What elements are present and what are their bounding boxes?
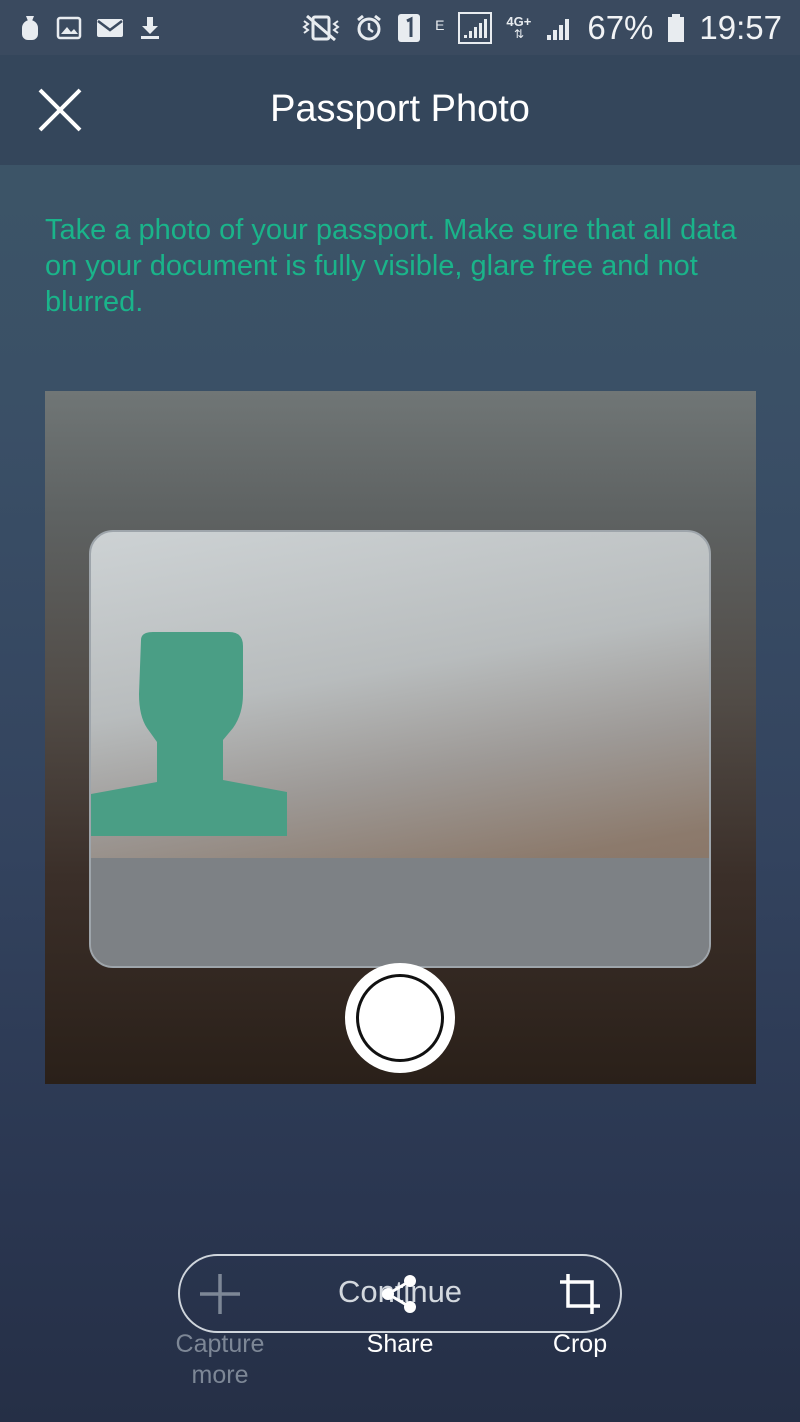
share-icon: [382, 1275, 416, 1313]
capture-more-button[interactable]: Capture more: [160, 1272, 280, 1391]
shutter-inner-ring: [356, 974, 444, 1062]
signal-icon: [547, 18, 570, 40]
download-icon: [141, 16, 159, 39]
share-label: Share: [366, 1330, 434, 1358]
network-type-e: E: [435, 16, 445, 33]
page-title: Passport Photo: [270, 88, 530, 130]
vibrate-mute-icon: [302, 14, 340, 41]
status-bar: E 4G+ ⇅ 67% 19:57: [0, 0, 800, 55]
email-icon: [97, 18, 123, 37]
alarm-icon: [357, 14, 381, 40]
capture-more-line1: Capture: [175, 1330, 265, 1358]
document-frame-overlay: [89, 530, 711, 968]
crop-label: Crop: [552, 1330, 608, 1358]
signal-boxed-icon: [458, 11, 493, 44]
crop-icon: [560, 1274, 600, 1314]
network-4g-indicator: 4G+ ⇅: [506, 15, 531, 40]
crop-button[interactable]: Crop: [520, 1272, 640, 1360]
capture-more-label: Capture more: [160, 1329, 280, 1391]
instructions-text: Take a photo of your passport. Make sure…: [45, 214, 737, 318]
capture-more-line2: more: [191, 1361, 249, 1389]
plus-icon: [200, 1274, 240, 1314]
document-bottom-band: [91, 858, 709, 966]
person-silhouette-icon: [91, 632, 287, 836]
clock: 19:57: [699, 8, 782, 46]
gallery-icon: [56, 16, 82, 39]
shutter-button[interactable]: [345, 963, 455, 1073]
money-bag-icon: [22, 15, 38, 40]
share-button[interactable]: Share: [340, 1272, 460, 1360]
sim-one-icon: [398, 13, 421, 42]
battery-icon: [668, 13, 685, 42]
app-bar: Passport Photo: [0, 55, 800, 165]
status-left: [18, 14, 162, 42]
status-right: E 4G+ ⇅ 67% 19:57: [301, 9, 782, 47]
data-arrows-icon: ⇅: [513, 27, 524, 41]
battery-percent: 67%: [587, 8, 654, 46]
